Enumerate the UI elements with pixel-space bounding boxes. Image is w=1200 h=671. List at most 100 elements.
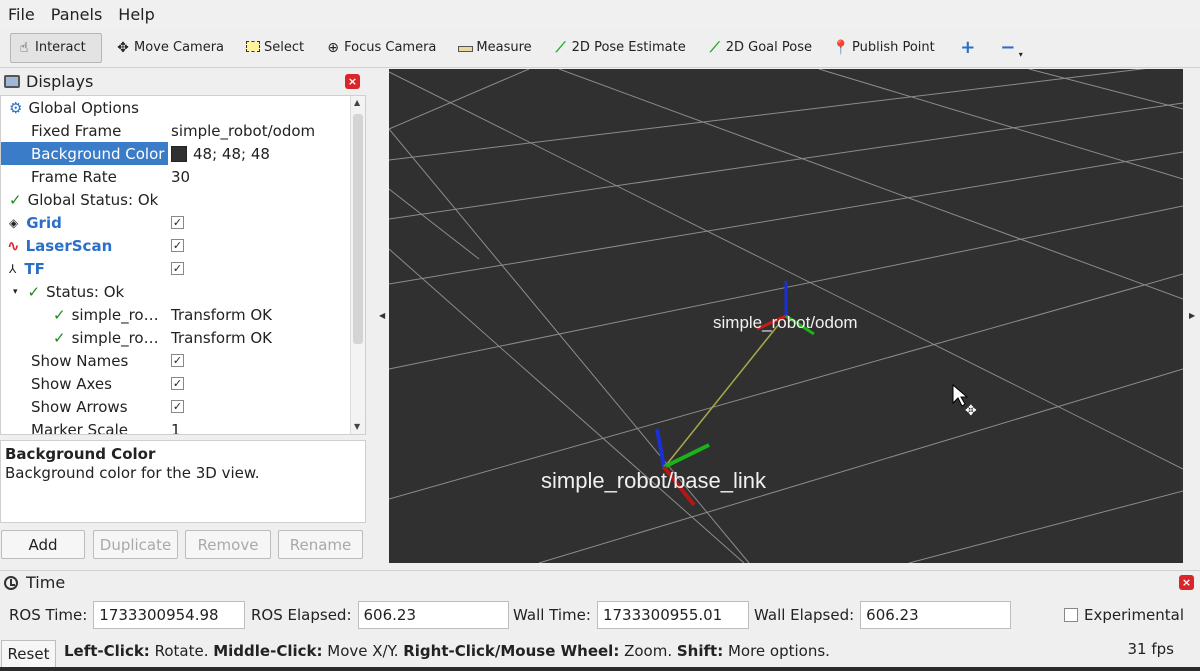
tree-row[interactable]: Marker Scale 1 xyxy=(1,418,351,435)
tf-checkbox[interactable]: ✓ xyxy=(171,262,184,275)
close-icon[interactable]: × xyxy=(1179,575,1194,590)
focus-camera-tool-button[interactable]: ⊕ Focus Camera xyxy=(320,33,444,63)
tree-row[interactable]: ✓ simple_ro… Transform OK xyxy=(1,303,351,326)
select-tool-button[interactable]: Select xyxy=(240,33,312,63)
close-icon[interactable]: × xyxy=(345,74,360,89)
wall-elapsed-input[interactable]: 606.23 xyxy=(860,601,1012,629)
tree-label: Marker Scale xyxy=(31,420,128,435)
menu-panels[interactable]: Panels xyxy=(43,5,111,24)
focus-camera-icon: ⊕ xyxy=(327,39,339,56)
mouse-hint: Left-Click: Rotate. Middle-Click: Move X… xyxy=(64,642,830,660)
ros-time-field: ROS Time: 1733300954.98 xyxy=(9,600,246,630)
show-names-checkbox[interactable]: ✓ xyxy=(171,354,184,367)
check-icon: ✓ xyxy=(53,328,66,347)
menu-file[interactable]: File xyxy=(0,5,43,24)
publish-point-tool-button[interactable]: 📍 Publish Point xyxy=(828,33,943,63)
tree-row[interactable]: Show Axes ✓ xyxy=(1,372,351,395)
collapse-right-icon[interactable]: ▶ xyxy=(1189,311,1195,320)
plus-icon: + xyxy=(960,37,976,58)
scrollbar-thumb[interactable] xyxy=(353,114,363,344)
tree-label: Grid xyxy=(26,213,62,232)
background-color-value[interactable]: 48; 48; 48 xyxy=(193,145,270,163)
remove-tool-button[interactable]: − ▾ xyxy=(995,33,1031,63)
gear-icon: ⚙ xyxy=(9,98,23,117)
tree-row[interactable]: Fixed Frame simple_robot/odom xyxy=(1,119,351,142)
right-splitter[interactable]: ▶ xyxy=(1183,69,1200,563)
pose-estimate-label: 2D Pose Estimate xyxy=(571,40,686,55)
rename-button[interactable]: Rename xyxy=(278,530,363,559)
render-view-3d[interactable]: simple_robot/odom simple_robot/base_link… xyxy=(389,69,1183,563)
check-icon: ✓ xyxy=(9,190,22,209)
displays-header: Displays xyxy=(0,69,366,93)
hint-text: Rotate. xyxy=(149,642,214,660)
tree-row[interactable]: Background Color 48; 48; 48 xyxy=(1,142,351,165)
reset-button[interactable]: Reset xyxy=(1,640,56,668)
interact-label: Interact xyxy=(35,40,86,55)
select-label: Select xyxy=(264,40,305,55)
remove-button[interactable]: Remove xyxy=(185,530,271,559)
duplicate-button[interactable]: Duplicate xyxy=(93,530,178,559)
pose-estimate-tool-button[interactable]: ⟋ 2D Pose Estimate xyxy=(548,33,694,63)
tree-row[interactable]: ∿ LaserScan ✓ xyxy=(1,234,351,257)
goal-pose-tool-button[interactable]: ⟋ 2D Goal Pose xyxy=(702,33,820,63)
tree-row[interactable]: ⚙ Global Options xyxy=(1,96,351,119)
color-swatch[interactable] xyxy=(171,145,187,162)
wall-time-input[interactable]: 1733300955.01 xyxy=(596,601,749,629)
interact-tool-button[interactable]: ☝ Interact xyxy=(10,32,102,63)
cursor-icon: ✥ xyxy=(952,383,977,419)
tree-label: Fixed Frame xyxy=(31,121,122,140)
tree-label: TF xyxy=(24,259,45,278)
grid-icon: ◈ xyxy=(9,215,19,230)
experimental-checkbox[interactable] xyxy=(1064,608,1078,622)
scroll-down-icon[interactable]: ▼ xyxy=(354,422,360,431)
tree-row[interactable]: ✓ Global Status: Ok xyxy=(1,188,351,211)
wall-elapsed-label: Wall Elapsed: xyxy=(754,606,855,624)
fps-counter: 31 fps xyxy=(1127,640,1174,658)
menu-help[interactable]: Help xyxy=(110,5,162,24)
check-icon: ✓ xyxy=(27,282,41,301)
tree-row[interactable]: Show Names ✓ xyxy=(1,349,351,372)
goal-pose-label: 2D Goal Pose xyxy=(725,40,812,55)
ros-time-input[interactable]: 1733300954.98 xyxy=(93,601,246,629)
tree-row[interactable]: ⅄ TF ✓ xyxy=(1,257,351,280)
measure-tool-button[interactable]: Measure xyxy=(452,33,539,63)
displays-panel: Displays × ⚙ Global Options Fixed Frame s… xyxy=(0,69,366,562)
show-arrows-checkbox[interactable]: ✓ xyxy=(171,400,184,413)
tree-label: LaserScan xyxy=(25,236,113,255)
status-bar: Reset Left-Click: Rotate. Middle-Click: … xyxy=(0,638,1200,669)
move-camera-tool-button[interactable]: ✥ Move Camera xyxy=(110,33,232,63)
scroll-up-icon[interactable]: ▲ xyxy=(354,98,360,107)
tree-label: Show Axes xyxy=(31,374,112,393)
tree-row[interactable]: Show Arrows ✓ xyxy=(1,395,351,418)
tf-axes-icon: ⅄ xyxy=(9,261,17,276)
experimental-toggle[interactable]: Experimental xyxy=(1064,600,1184,630)
tree-label: Show Names xyxy=(31,351,129,370)
marker-scale-value[interactable]: 1 xyxy=(171,421,181,435)
displays-tree: ⚙ Global Options Fixed Frame simple_robot… xyxy=(0,95,366,435)
svg-text:✥: ✥ xyxy=(965,403,977,419)
transform-status: Transform OK xyxy=(171,328,273,347)
tree-row[interactable]: ✓ simple_ro… Transform OK xyxy=(1,326,351,349)
collapse-left-icon[interactable]: ◀ xyxy=(379,311,385,320)
tree-label: Status: Ok xyxy=(46,282,125,301)
ros-elapsed-input[interactable]: 606.23 xyxy=(357,601,509,629)
fixed-frame-value[interactable]: simple_robot/odom xyxy=(171,122,315,140)
tree-row[interactable]: Frame Rate 30 xyxy=(1,165,351,188)
frame-rate-value[interactable]: 30 xyxy=(171,168,190,186)
vertical-scrollbar[interactable]: ▲ ▼ xyxy=(350,96,365,434)
laserscan-checkbox[interactable]: ✓ xyxy=(171,239,184,252)
left-splitter[interactable]: ◀ xyxy=(366,69,389,563)
show-axes-checkbox[interactable]: ✓ xyxy=(171,377,184,390)
grid-checkbox[interactable]: ✓ xyxy=(171,216,184,229)
tree-label: simple_ro… xyxy=(71,328,159,347)
ros-elapsed-field: ROS Elapsed: 606.23 xyxy=(251,600,509,630)
clock-icon xyxy=(4,575,18,590)
tree-row[interactable]: ◈ Grid ✓ xyxy=(1,211,351,234)
chevron-down-icon[interactable]: ▾ xyxy=(13,287,18,297)
tree-label: Global Options xyxy=(28,98,139,117)
move-camera-icon: ✥ xyxy=(117,39,129,56)
tree-row[interactable]: ▾ ✓ Status: Ok xyxy=(1,280,351,303)
add-tool-button[interactable]: + xyxy=(955,33,987,63)
add-button[interactable]: Add xyxy=(1,530,85,559)
ruler-icon xyxy=(456,40,474,56)
